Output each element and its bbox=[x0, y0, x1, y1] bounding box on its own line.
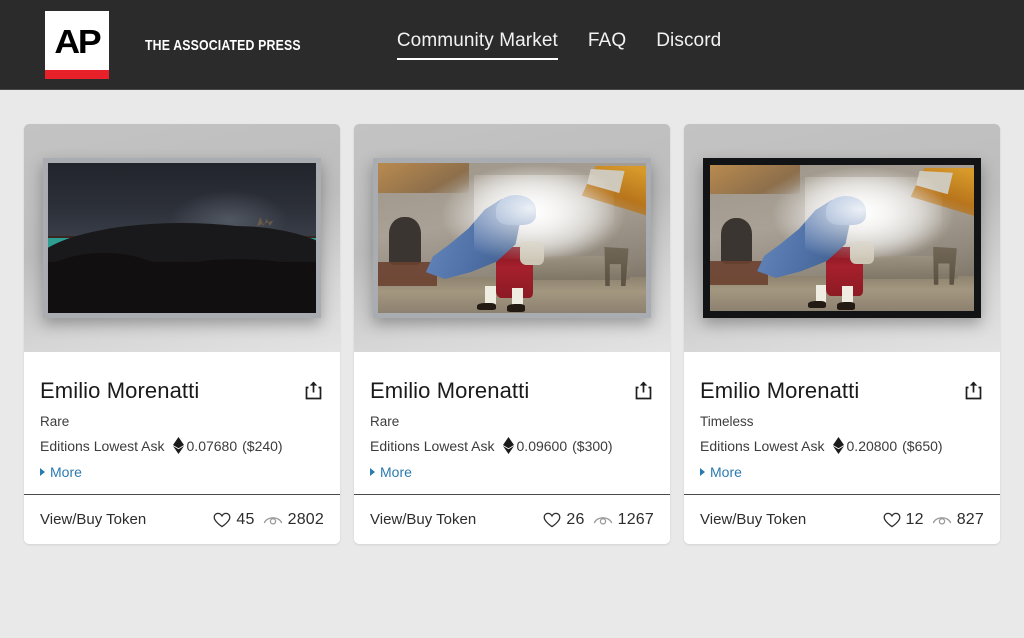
lowest-ask-eth: 0.07680 bbox=[187, 438, 238, 454]
more-label: More bbox=[710, 464, 742, 480]
artwork-frame-silver bbox=[373, 158, 651, 318]
artwork-frame-silver bbox=[43, 158, 321, 318]
ap-wordmark: THE ASSOCIATED PRESS bbox=[145, 37, 301, 54]
heart-icon bbox=[883, 512, 901, 528]
token-title: Emilio Morenatti bbox=[40, 378, 199, 404]
token-title-row: Emilio Morenatti bbox=[370, 378, 654, 404]
token-lowest-ask: Editions Lowest Ask 0.20800 ($650) bbox=[700, 437, 984, 454]
lowest-ask-label: Editions Lowest Ask bbox=[40, 438, 165, 454]
views-count: 827 bbox=[957, 511, 984, 529]
token-card-grid: Emilio Morenatti Rare Editions Lowest As… bbox=[0, 90, 1024, 544]
views-stat: 2802 bbox=[263, 511, 324, 529]
token-stats: 45 2802 bbox=[213, 511, 324, 529]
ethereum-icon bbox=[173, 437, 184, 454]
share-icon[interactable] bbox=[633, 378, 654, 402]
views-stat: 827 bbox=[932, 511, 984, 529]
caret-right-icon bbox=[40, 468, 45, 476]
token-rarity: Rare bbox=[370, 414, 654, 429]
artwork-panel[interactable] bbox=[354, 124, 670, 352]
artwork-image-teal-houses bbox=[48, 163, 316, 313]
caret-right-icon bbox=[370, 468, 375, 476]
token-info: Emilio Morenatti Rare Editions Lowest As… bbox=[24, 352, 340, 480]
views-stat: 1267 bbox=[593, 511, 654, 529]
ethereum-icon bbox=[833, 437, 844, 454]
lowest-ask-usd: ($240) bbox=[242, 438, 282, 454]
ap-logo-red-bar bbox=[45, 70, 109, 79]
ap-logo[interactable]: AP bbox=[45, 11, 109, 79]
likes-stat[interactable]: 12 bbox=[883, 511, 924, 529]
lowest-ask-usd: ($300) bbox=[572, 438, 612, 454]
token-footer: View/Buy Token 45 2802 bbox=[24, 494, 340, 544]
ap-logo-text: AP bbox=[54, 25, 99, 58]
lowest-ask-eth: 0.20800 bbox=[847, 438, 898, 454]
token-title-row: Emilio Morenatti bbox=[40, 378, 324, 404]
lowest-ask-label: Editions Lowest Ask bbox=[700, 438, 825, 454]
more-label: More bbox=[380, 464, 412, 480]
artwork-panel[interactable] bbox=[24, 124, 340, 352]
token-lowest-ask: Editions Lowest Ask 0.09600 ($300) bbox=[370, 437, 654, 454]
token-footer: View/Buy Token 26 1267 bbox=[354, 494, 670, 544]
site-header: AP THE ASSOCIATED PRESS Community Market… bbox=[0, 0, 1024, 90]
token-title: Emilio Morenatti bbox=[700, 378, 859, 404]
nav-item-community-market[interactable]: Community Market bbox=[397, 30, 558, 60]
more-link[interactable]: More bbox=[370, 464, 654, 480]
token-lowest-ask: Editions Lowest Ask 0.07680 ($240) bbox=[40, 437, 324, 454]
artwork-frame-black bbox=[703, 158, 981, 318]
token-stats: 26 1267 bbox=[543, 511, 654, 529]
view-buy-token-button[interactable]: View/Buy Token bbox=[40, 511, 146, 528]
token-title: Emilio Morenatti bbox=[370, 378, 529, 404]
likes-stat[interactable]: 26 bbox=[543, 511, 584, 529]
token-card[interactable]: Emilio Morenatti Rare Editions Lowest As… bbox=[354, 124, 670, 544]
ethereum-icon bbox=[503, 437, 514, 454]
views-count: 2802 bbox=[288, 511, 324, 529]
artwork-image-woman-blue-burqa bbox=[710, 165, 974, 311]
more-link[interactable]: More bbox=[700, 464, 984, 480]
likes-stat[interactable]: 45 bbox=[213, 511, 254, 529]
lowest-ask-label: Editions Lowest Ask bbox=[370, 438, 495, 454]
lowest-ask-eth: 0.09600 bbox=[517, 438, 568, 454]
token-card[interactable]: Emilio Morenatti Rare Editions Lowest As… bbox=[24, 124, 340, 544]
eye-icon bbox=[263, 513, 283, 527]
more-link[interactable]: More bbox=[40, 464, 324, 480]
likes-count: 12 bbox=[906, 511, 924, 529]
token-rarity: Timeless bbox=[700, 414, 984, 429]
more-label: More bbox=[50, 464, 82, 480]
views-count: 1267 bbox=[618, 511, 654, 529]
likes-count: 26 bbox=[566, 511, 584, 529]
share-icon[interactable] bbox=[303, 378, 324, 402]
heart-icon bbox=[213, 512, 231, 528]
token-card[interactable]: Emilio Morenatti Timeless Editions Lowes… bbox=[684, 124, 1000, 544]
likes-count: 45 bbox=[236, 511, 254, 529]
token-info: Emilio Morenatti Rare Editions Lowest As… bbox=[354, 352, 670, 480]
share-icon[interactable] bbox=[963, 378, 984, 402]
token-info: Emilio Morenatti Timeless Editions Lowes… bbox=[684, 352, 1000, 480]
artwork-image-woman-blue-burqa bbox=[378, 163, 646, 313]
view-buy-token-button[interactable]: View/Buy Token bbox=[700, 511, 806, 528]
artwork-panel[interactable] bbox=[684, 124, 1000, 352]
caret-right-icon bbox=[700, 468, 705, 476]
nav-item-faq[interactable]: FAQ bbox=[588, 30, 626, 60]
token-rarity: Rare bbox=[40, 414, 324, 429]
token-footer: View/Buy Token 12 827 bbox=[684, 494, 1000, 544]
nav-item-discord[interactable]: Discord bbox=[656, 30, 721, 60]
token-title-row: Emilio Morenatti bbox=[700, 378, 984, 404]
token-stats: 12 827 bbox=[883, 511, 985, 529]
eye-icon bbox=[932, 513, 952, 527]
main-nav: Community Market FAQ Discord bbox=[397, 0, 721, 90]
eye-icon bbox=[593, 513, 613, 527]
heart-icon bbox=[543, 512, 561, 528]
lowest-ask-usd: ($650) bbox=[902, 438, 942, 454]
view-buy-token-button[interactable]: View/Buy Token bbox=[370, 511, 476, 528]
